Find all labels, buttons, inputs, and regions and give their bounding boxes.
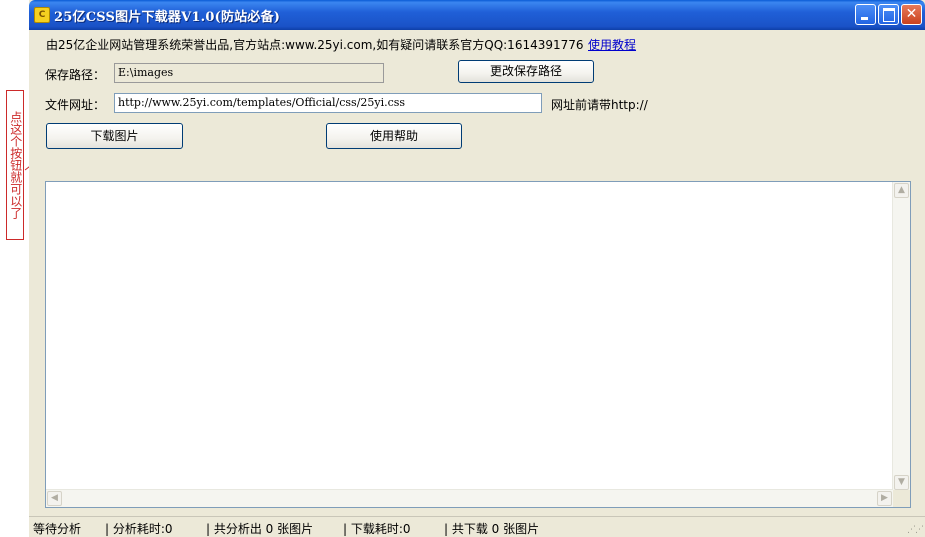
file-url-label: 文件网址： — [45, 98, 106, 112]
scroll-right-button[interactable]: ▶ — [877, 491, 892, 506]
change-save-path-button[interactable]: 更改保存路径 — [458, 60, 594, 83]
arrow-up-icon: ▲ — [898, 185, 905, 195]
minimize-icon — [861, 17, 868, 20]
minimize-button[interactable] — [855, 4, 876, 25]
scroll-down-button[interactable]: ▼ — [894, 475, 909, 490]
log-output-area[interactable]: ▲ ▼ ◀ ▶ — [45, 181, 911, 508]
file-url-hint: 网址前请带http:// — [551, 98, 648, 112]
resize-grip-icon[interactable]: ⋰⋰ — [907, 525, 924, 535]
status-state: 等待分析 — [33, 522, 82, 536]
maximize-icon — [883, 8, 895, 22]
scroll-left-button[interactable]: ◀ — [47, 491, 62, 506]
arrow-right-icon: ▶ — [881, 493, 888, 503]
annotation-callout: 点这个按钮就可以了 — [6, 90, 24, 240]
status-bar: 等待分析 | 分析耗时:0 | 共分析出 0 张图片 | 下载耗时:0 | 共下… — [29, 516, 925, 537]
scrollbar-corner — [893, 490, 910, 507]
close-icon: ✕ — [905, 6, 918, 22]
maximize-button[interactable] — [878, 4, 899, 25]
title-bar[interactable]: C 25亿CSS图片下载器V1.0(防站必备) ✕ — [29, 0, 925, 30]
scroll-up-button[interactable]: ▲ — [894, 183, 909, 198]
window-title: 25亿CSS图片下载器V1.0(防站必备) — [54, 10, 281, 25]
status-total-parsed: | 共分析出 0 张图片 — [206, 522, 314, 536]
info-text: 由25亿企业网站管理系统荣誉出品,官方站点:www.25yi.com,如有疑问请… — [46, 38, 584, 52]
status-download-time: | 下载耗时:0 — [343, 522, 411, 536]
vertical-scrollbar[interactable]: ▲ ▼ — [892, 182, 910, 491]
usage-help-button[interactable]: 使用帮助 — [326, 123, 462, 149]
arrow-left-icon: ◀ — [51, 493, 58, 503]
file-url-input[interactable]: http://www.25yi.com/templates/Official/c… — [114, 93, 542, 113]
arrow-down-icon: ▼ — [898, 477, 905, 487]
status-analyze-time: | 分析耗时:0 — [105, 522, 173, 536]
horizontal-scrollbar[interactable]: ◀ ▶ — [46, 489, 893, 507]
app-icon: C — [34, 7, 50, 23]
close-button[interactable]: ✕ — [901, 4, 922, 25]
save-path-field[interactable]: E:\images — [114, 63, 384, 83]
annotation-text: 点这个按钮就可以了 — [8, 111, 23, 219]
help-link[interactable]: 使用教程 — [588, 36, 636, 53]
save-path-label: 保存路径： — [45, 68, 106, 82]
app-window: C 25亿CSS图片下载器V1.0(防站必备) ✕ 由25亿企业网站管理系统荣誉… — [29, 0, 925, 537]
download-images-button[interactable]: 下载图片 — [46, 123, 183, 149]
status-total-downloaded: | 共下载 0 张图片 — [444, 522, 540, 536]
